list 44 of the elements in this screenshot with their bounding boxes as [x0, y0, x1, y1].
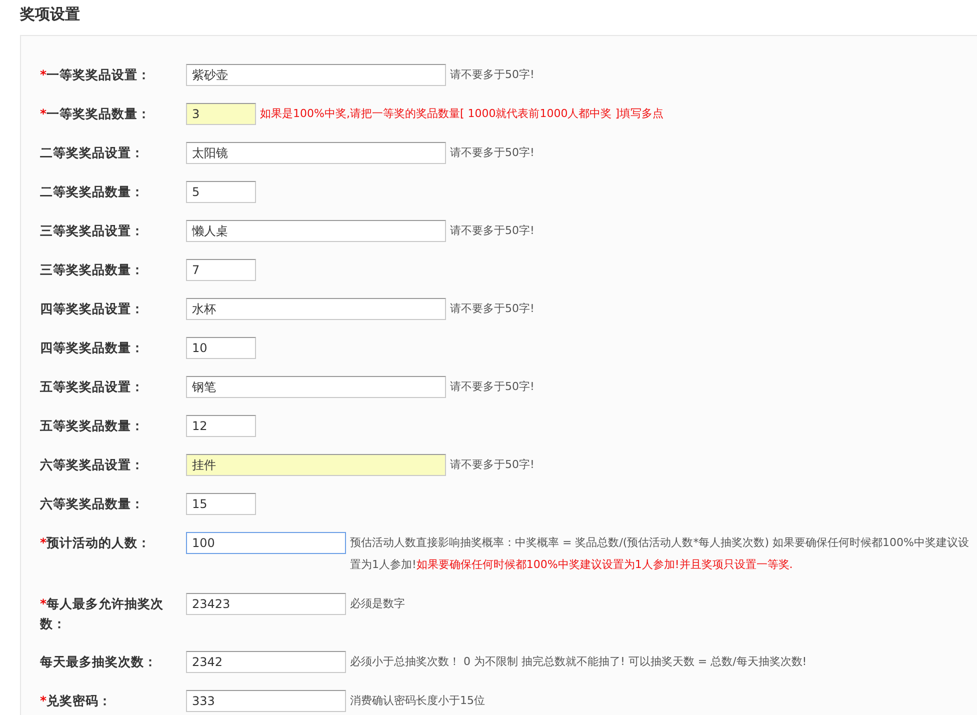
hint-text: 预估活动人数直接影响抽奖概率：中奖概率 = 奖品总数/(预估活动人数*每人抽奖次数) 如果要确保任何时候都100%中奖建议设置为1人参加!如果要确保任何时候都100%中奖建议设置为1人参加!并且奖项只设置一等奖.: [350, 535, 970, 573]
input-field[interactable]: 10: [186, 337, 256, 359]
field-label: 每天最多抽奖次数：: [40, 653, 158, 671]
input-field[interactable]: 懒人桌: [186, 220, 446, 242]
input-field[interactable]: 2342: [186, 651, 346, 673]
field-label: *一等奖奖品数量：: [40, 105, 152, 123]
input-field[interactable]: 7: [186, 259, 256, 281]
input-field[interactable]: 水杯: [186, 298, 446, 320]
input-field[interactable]: 挂件: [186, 454, 446, 476]
input-field[interactable]: 3: [186, 103, 256, 125]
input-field[interactable]: 紫砂壶: [186, 64, 446, 86]
field-label: 四等奖奖品数量：: [40, 339, 145, 357]
field-label: 五等奖奖品数量：: [40, 417, 145, 435]
field-label: 二等奖奖品设置：: [40, 144, 145, 162]
hint-text: 请不要多于50字!: [450, 301, 536, 317]
field-label: *预计活动的人数：: [40, 534, 152, 552]
hint-text: 如果是100%中奖,请把一等奖的奖品数量[ 1000就代表前1000人都中奖 ]填写多点: [260, 106, 665, 122]
field-label: 六等奖奖品数量：: [40, 495, 145, 513]
hint-text: 请不要多于50字!: [450, 379, 536, 395]
input-field[interactable]: 钢笔: [186, 376, 446, 398]
field-label: *兑奖密码：: [40, 692, 113, 710]
input-field[interactable]: 12: [186, 415, 256, 437]
input-field[interactable]: 333: [186, 690, 346, 712]
field-label: 三等奖奖品设置：: [40, 222, 145, 240]
input-field[interactable]: 5: [186, 181, 256, 203]
input-field[interactable]: 15: [186, 493, 256, 515]
field-label: 五等奖奖品设置：: [40, 378, 145, 396]
input-field[interactable]: 100: [186, 532, 346, 554]
field-label: *每人最多允许抽奖次数：: [40, 595, 165, 633]
field-label: 四等奖奖品设置：: [40, 300, 145, 318]
input-field[interactable]: 太阳镜: [186, 142, 446, 164]
input-field[interactable]: 23423: [186, 593, 346, 615]
hint-text: 请不要多于50字!: [450, 223, 536, 239]
field-label: *一等奖奖品设置：: [40, 66, 152, 84]
hint-text: 请不要多于50字!: [450, 145, 536, 161]
hint-text: 请不要多于50字!: [450, 457, 536, 473]
field-label: 二等奖奖品数量：: [40, 183, 145, 201]
section-title: 奖项设置: [20, 4, 81, 24]
hint-text: 必须小于总抽奖次数！ 0 为不限制 抽完总数就不能抽了! 可以抽奖天数 = 总数/每天抽奖次数!: [350, 654, 808, 670]
hint-text: 请不要多于50字!: [450, 67, 536, 83]
field-label: 三等奖奖品数量：: [40, 261, 145, 279]
hint-text: 必须是数字: [350, 596, 406, 612]
field-label: 六等奖奖品设置：: [40, 456, 145, 474]
hint-text: 消费确认密码长度小于15位: [350, 693, 486, 709]
